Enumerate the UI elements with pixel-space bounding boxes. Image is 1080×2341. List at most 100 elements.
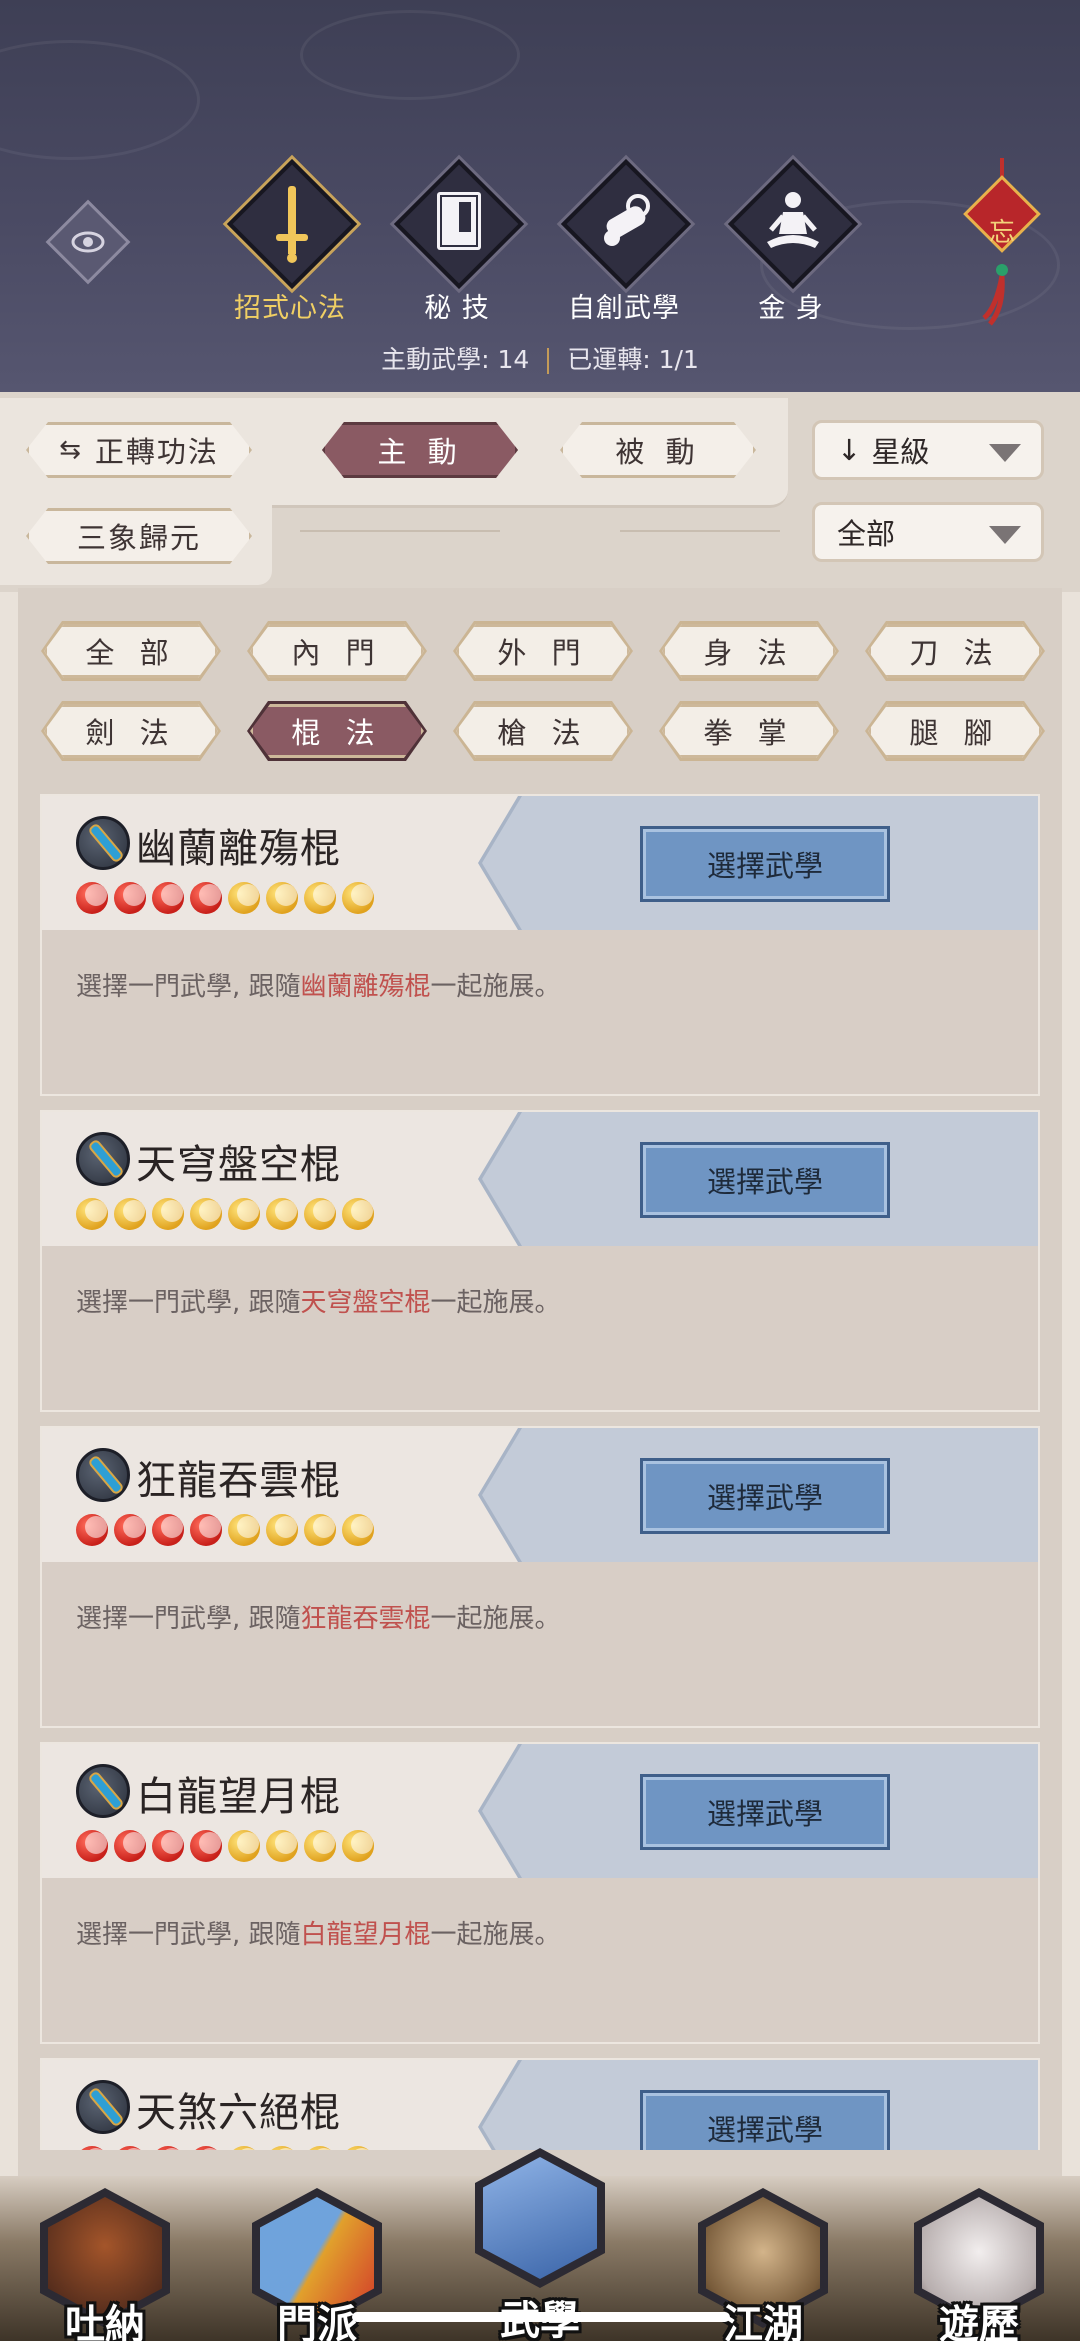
category-chip[interactable]: 身 法	[662, 624, 836, 678]
scope-dropdown[interactable]: 全部	[812, 502, 1044, 562]
select-skill-button[interactable]: 選擇武學	[640, 2090, 890, 2150]
skill-description: 選擇一門武學, 跟隨狂龍吞雲棍一起施展。	[76, 1598, 561, 1635]
red-star-icon	[152, 882, 184, 914]
category-chip[interactable]: 棍 法	[250, 704, 424, 758]
description-text: 選擇一門武學, 跟隨	[76, 1604, 301, 1634]
red-star-icon	[152, 1830, 184, 1862]
description-text: 一起施展。	[430, 1288, 561, 1318]
cloud-decoration	[300, 10, 520, 100]
three-elements-button[interactable]: 三象歸元	[26, 508, 252, 564]
red-star-icon	[76, 2146, 108, 2150]
red-star-icon	[114, 882, 146, 914]
category-chip-label: 槍 法	[456, 704, 630, 758]
sort-dropdown[interactable]: ↓ 星級	[812, 420, 1044, 480]
description-text: 選擇一門武學, 跟隨	[76, 972, 301, 1002]
tab-moves[interactable]: 招式心法	[220, 158, 360, 328]
category-chip[interactable]: 腿 腳	[868, 704, 1042, 758]
swap-arrows-icon: ⇆	[59, 435, 81, 465]
gold-star-icon	[266, 2146, 298, 2150]
select-skill-button[interactable]: 選擇武學	[640, 1142, 890, 1218]
category-chip[interactable]: 拳 掌	[662, 704, 836, 758]
gold-star-icon	[304, 882, 336, 914]
category-chip-label: 棍 法	[250, 704, 424, 758]
tab-secret-skill-label: 秘 技	[424, 293, 490, 324]
stat-divider	[547, 348, 550, 374]
tab-secret-skill[interactable]: 秘 技	[387, 158, 527, 328]
gold-star-icon	[266, 1830, 298, 1862]
down-arrow-icon: ↓	[837, 433, 862, 467]
ornament-divider	[300, 530, 500, 532]
skill-star-rating	[76, 1514, 374, 1546]
eye-toggle-button[interactable]	[45, 199, 131, 285]
skill-card[interactable]: 幽蘭離殤棍 選擇武學選擇一門武學, 跟隨幽蘭離殤棍一起施展。	[40, 794, 1040, 1096]
category-chip[interactable]: 外 門	[456, 624, 630, 678]
staff-skill-icon	[76, 816, 130, 870]
skill-name: 幽蘭離殤棍	[136, 826, 341, 872]
skill-list[interactable]: 幽蘭離殤棍 選擇武學 選擇一門武學, 跟隨幽蘭離殤棍一起施展。 天穹盤空棍 選擇武學 選擇…	[40, 794, 1040, 2150]
category-chip-label: 劍 法	[44, 704, 218, 758]
active-filter-button[interactable]: 主 動	[322, 422, 518, 478]
select-skill-button[interactable]: 選擇武學	[640, 1774, 890, 1850]
staff-skill-icon	[76, 1764, 130, 1818]
skill-card[interactable]: 白龍望月棍 選擇武學 選擇一門武學, 跟隨白龍望月棍一起施展。	[40, 1742, 1040, 2044]
staff-skill-icon	[76, 2080, 130, 2134]
description-text: 一起施展。	[430, 1920, 561, 1950]
category-chip-label: 外 門	[456, 624, 630, 678]
gold-star-icon	[304, 2146, 336, 2150]
red-star-icon	[190, 882, 222, 914]
gold-star-icon	[228, 2146, 260, 2150]
red-star-icon	[190, 2146, 222, 2150]
three-elements-label: 三象歸元	[76, 521, 201, 555]
red-star-icon	[190, 1830, 222, 1862]
category-chip[interactable]: 全 部	[44, 624, 218, 678]
charm-character: 忘	[988, 218, 1015, 248]
skill-description: 選擇一門武學, 跟隨天穹盤空棍一起施展。	[76, 1282, 561, 1319]
sort-dropdown-value: 星級	[871, 435, 930, 469]
ornament-divider	[620, 530, 780, 532]
nav-breathing[interactable]: 吐納	[30, 2180, 180, 2341]
select-skill-button[interactable]: 選擇武學	[640, 1458, 890, 1534]
description-text: 一起施展。	[430, 1604, 561, 1634]
skill-card[interactable]: 天煞六絕棍 選擇武學	[40, 2058, 1040, 2150]
skill-stats: 主動武學: 14 已運轉: 1/1	[0, 340, 1080, 376]
skill-card[interactable]: 狂龍吞雲棍 選擇武學 選擇一門武學, 跟隨狂龍吞雲棍一起施展。	[40, 1426, 1040, 1728]
red-star-icon	[114, 1514, 146, 1546]
category-chip[interactable]: 劍 法	[44, 704, 218, 758]
gold-star-icon	[228, 1830, 260, 1862]
gold-star-icon	[76, 1198, 108, 1230]
tab-golden-body-label: 金 身	[758, 293, 824, 324]
description-text: 選擇一門武學, 跟隨	[76, 1920, 301, 1950]
skill-card[interactable]: 天穹盤空棍 選擇武學 選擇一門武學, 跟隨天穹盤空棍一起施展。	[40, 1110, 1040, 1412]
red-star-icon	[114, 1830, 146, 1862]
gold-star-icon	[228, 882, 260, 914]
gold-star-icon	[304, 1830, 336, 1862]
switch-technique-button[interactable]: ⇆ 正轉功法	[26, 422, 252, 478]
cloud-decoration	[0, 40, 200, 160]
gold-star-icon	[342, 1198, 374, 1230]
gold-star-icon	[228, 1514, 260, 1546]
scroll-icon	[604, 194, 650, 246]
description-skill-name: 幽蘭離殤棍	[300, 972, 431, 1002]
category-chip[interactable]: 內 門	[250, 624, 424, 678]
gold-star-icon	[152, 1198, 184, 1230]
switch-technique-label: 正轉功法	[94, 435, 219, 469]
book-icon	[437, 192, 481, 250]
sword-icon	[276, 186, 308, 263]
select-skill-button[interactable]: 選擇武學	[640, 826, 890, 902]
tab-golden-body[interactable]: 金 身	[721, 158, 861, 328]
skill-description: 選擇一門武學, 跟隨幽蘭離殤棍一起施展。	[76, 966, 561, 1003]
category-chip[interactable]: 刀 法	[868, 624, 1042, 678]
nav-travel[interactable]: 遊歷	[904, 2180, 1054, 2341]
gold-star-icon	[114, 1198, 146, 1230]
gold-star-icon	[266, 1198, 298, 1230]
gold-star-icon	[266, 882, 298, 914]
category-chip[interactable]: 槍 法	[456, 704, 630, 758]
red-star-icon	[76, 1830, 108, 1862]
tab-self-created-label: 自創武學	[568, 293, 680, 324]
chevron-down-icon	[989, 526, 1021, 544]
nav-martial-arts[interactable]: 武學	[465, 2140, 615, 2341]
tab-self-created[interactable]: 自創武學	[554, 158, 694, 328]
passive-filter-button[interactable]: 被 動	[560, 422, 756, 478]
skill-star-rating	[76, 1198, 374, 1230]
home-indicator[interactable]	[352, 2312, 730, 2322]
